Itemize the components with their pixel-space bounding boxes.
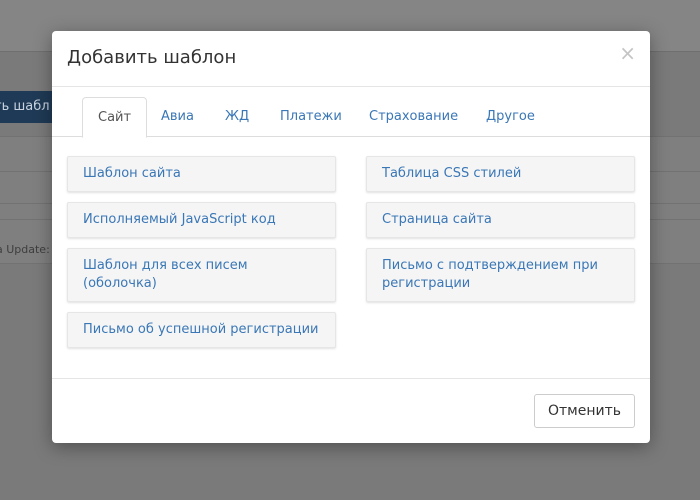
template-registration-success-button[interactable]: Письмо об успешной регистрации [67, 312, 336, 348]
tab-insurance[interactable]: Страхование [354, 97, 473, 137]
template-email-wrapper-button[interactable]: Шаблон для всех писем (оболочка) [67, 248, 336, 302]
template-tabs: Сайт Авиа ЖД Платежи Страхование Другое [52, 97, 650, 138]
tab-payments[interactable]: Платежи [265, 97, 357, 137]
template-site-button[interactable]: Шаблон сайта [67, 156, 336, 192]
modal-title: Добавить шаблон [67, 47, 237, 68]
add-template-modal: Добавить шаблон × Сайт Авиа ЖД Платежи С… [52, 31, 650, 443]
template-javascript-button[interactable]: Исполняемый JavaScript код [67, 202, 336, 238]
background-add-template-button: ть шабл [0, 91, 56, 123]
template-registration-confirm-button[interactable]: Письмо с подтверждением при регистрации [366, 248, 635, 302]
modal-header: Добавить шаблон × [52, 31, 650, 87]
cancel-button[interactable]: Отменить [533, 394, 635, 428]
background-status-text: a Update: [0, 243, 50, 256]
tab-railway[interactable]: ЖД [210, 97, 264, 137]
tab-avia[interactable]: Авиа [146, 97, 209, 137]
tab-other[interactable]: Другое [471, 97, 550, 137]
template-css-button[interactable]: Таблица CSS стилей [366, 156, 635, 192]
modal-footer: Отменить [52, 378, 650, 443]
tab-site[interactable]: Сайт [82, 97, 148, 138]
template-page-button[interactable]: Страница сайта [366, 202, 635, 238]
close-icon[interactable]: × [619, 43, 636, 63]
